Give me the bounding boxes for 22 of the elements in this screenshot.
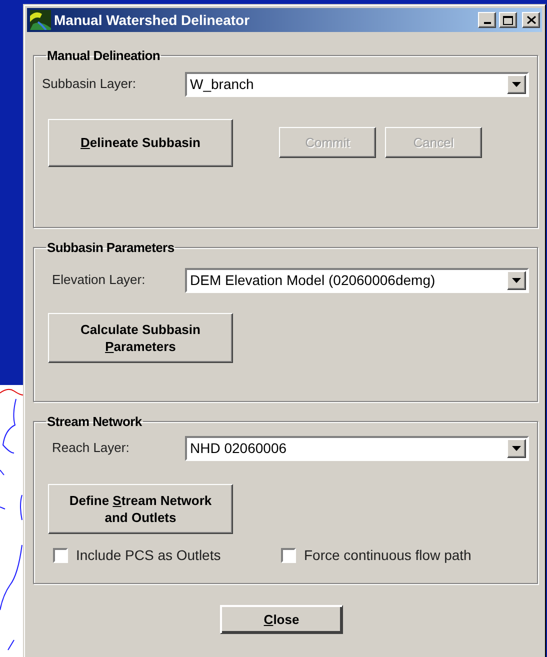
field-label: Elevation Layer: [52,271,146,290]
field-label: Reach Layer: [52,439,130,458]
layer-dropdown[interactable]: DEM Elevation Model (02060006demg) [185,268,529,292]
group-title: Stream Network [46,413,143,431]
maximize-button[interactable] [499,12,517,28]
close-icon[interactable] [522,12,540,28]
group-title: Subbasin Parameters [46,239,176,257]
group-title: Manual Delineation [46,47,162,65]
calculate-button[interactable]: Calculate Subbasin Parameters [48,312,233,362]
minimize-button[interactable] [478,12,496,28]
field-label: Subbasin Layer: [42,75,137,94]
option-checkbox[interactable]: Force continuous flow path [281,544,472,566]
checkbox[interactable] [53,548,68,562]
window-title: Manual Watershed Delineator [54,10,251,30]
layer-dropdown[interactable]: W_branch [185,72,529,96]
layer-dropdown[interactable]: NHD 02060006 [185,436,529,460]
delineate-button[interactable]: Delineate Subbasin [48,118,233,166]
close-button[interactable]: Close [220,605,343,634]
define-network-button[interactable]: Define Stream Network and Outlets [48,484,233,534]
app-icon [30,10,51,30]
checkbox[interactable] [281,548,296,562]
option-checkbox[interactable]: Include PCS as Outlets [53,544,281,566]
